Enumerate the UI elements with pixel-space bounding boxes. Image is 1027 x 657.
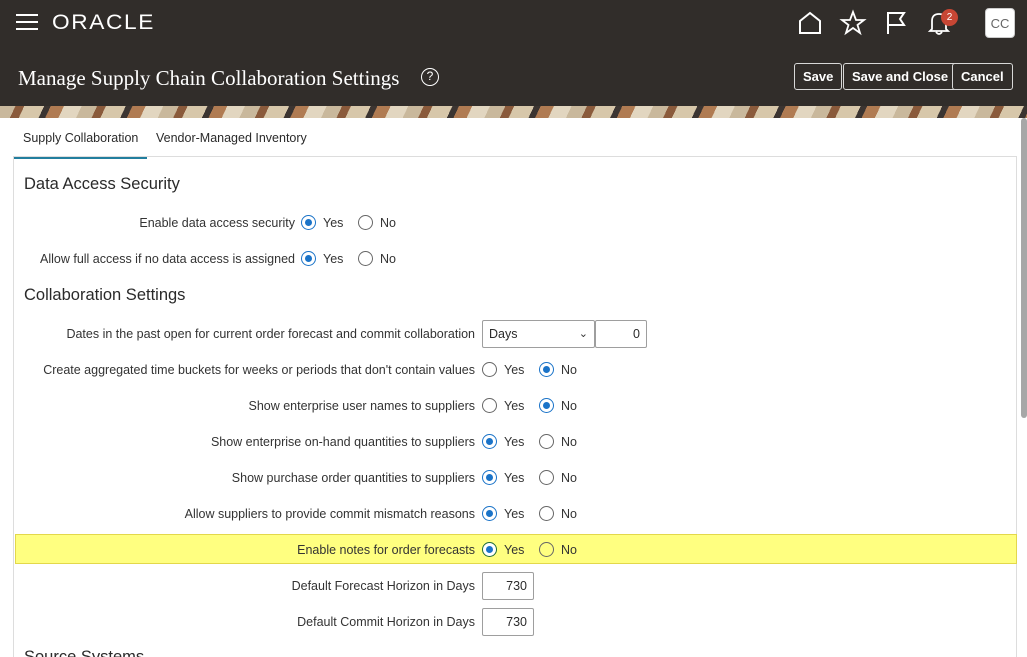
save-and-close-button[interactable]: Save and Close — [843, 63, 958, 90]
dates-past-label: Dates in the past open for current order… — [66, 327, 475, 341]
show-po-quantities-yes-radio[interactable] — [482, 470, 497, 485]
forecast-horizon-label: Default Forecast Horizon in Days — [291, 579, 475, 593]
notification-badge: 2 — [941, 9, 958, 26]
radio-label-no: No — [561, 363, 577, 377]
tab-supply-collaboration[interactable]: Supply Collaboration — [13, 131, 148, 159]
help-icon[interactable]: ? — [421, 68, 439, 86]
allow-full-access-yes-radio[interactable] — [301, 251, 316, 266]
show-onhand-label: Show enterprise on-hand quantities to su… — [210, 435, 475, 449]
dates-past-value-input[interactable]: 0 — [595, 320, 647, 348]
allow-full-access-label: Allow full access if no data access is a… — [40, 252, 295, 266]
enable-notes-label: Enable notes for order forecasts — [297, 543, 475, 557]
radio-label-yes: Yes — [504, 471, 525, 485]
allow-full-access-no-radio[interactable] — [358, 251, 373, 266]
enable-notes-yes-radio[interactable] — [482, 542, 497, 557]
show-user-names-no-radio[interactable] — [539, 398, 554, 413]
show-user-names-label: Show enterprise user names to suppliers — [248, 399, 475, 413]
radio-label-yes: Yes — [504, 435, 525, 449]
radio-label-yes: Yes — [504, 507, 525, 521]
dates-past-unit-select[interactable]: Days ⌄ — [482, 320, 595, 348]
user-avatar[interactable]: CC — [985, 8, 1015, 38]
commit-horizon-input[interactable]: 730 — [482, 608, 534, 636]
aggregated-buckets-yes-radio[interactable] — [482, 362, 497, 377]
flag-icon[interactable] — [882, 9, 910, 37]
show-po-quantities-label: Show purchase order quantities to suppli… — [231, 471, 475, 485]
radio-label-yes: Yes — [323, 252, 344, 266]
enable-data-access-no-radio[interactable] — [358, 215, 373, 230]
radio-label-yes: Yes — [504, 363, 525, 377]
section-title-collaboration: Collaboration Settings — [24, 286, 186, 304]
vertical-scrollbar[interactable] — [1021, 118, 1027, 418]
radio-label-no: No — [561, 471, 577, 485]
mismatch-reasons-yes-radio[interactable] — [482, 506, 497, 521]
enable-data-access-yes-radio[interactable] — [301, 215, 316, 230]
global-header: ORACLE 2 CC — [0, 0, 1027, 46]
show-onhand-no-radio[interactable] — [539, 434, 554, 449]
save-button[interactable]: Save — [794, 63, 843, 90]
section-title-data-access: Data Access Security — [24, 175, 180, 193]
mismatch-reasons-no-radio[interactable] — [539, 506, 554, 521]
radio-label-no: No — [561, 507, 577, 521]
aggregated-buckets-no-radio[interactable] — [539, 362, 554, 377]
home-icon[interactable] — [796, 9, 824, 37]
radio-label-no: No — [380, 216, 396, 230]
cancel-button[interactable]: Cancel — [952, 63, 1013, 90]
radio-label-no: No — [561, 435, 577, 449]
page-header: Manage Supply Chain Collaboration Settin… — [0, 46, 1027, 118]
tab-vendor-managed-inventory[interactable]: Vendor-Managed Inventory — [156, 131, 307, 145]
page-title: Manage Supply Chain Collaboration Settin… — [18, 66, 400, 90]
section-title-source-systems: Source Systems — [24, 648, 145, 657]
show-onhand-yes-radio[interactable] — [482, 434, 497, 449]
show-po-quantities-no-radio[interactable] — [539, 470, 554, 485]
radio-label-yes: Yes — [504, 399, 525, 413]
show-user-names-yes-radio[interactable] — [482, 398, 497, 413]
decorative-banner — [0, 106, 1027, 118]
dates-past-unit-value: Days — [489, 327, 518, 341]
mismatch-reasons-label: Allow suppliers to provide commit mismat… — [184, 507, 475, 521]
aggregated-buckets-label: Create aggregated time buckets for weeks… — [43, 363, 475, 377]
radio-label-yes: Yes — [504, 543, 525, 557]
chevron-down-icon: ⌄ — [578, 328, 588, 340]
radio-label-no: No — [561, 543, 577, 557]
forecast-horizon-input[interactable]: 730 — [482, 572, 534, 600]
oracle-logo: ORACLE — [52, 11, 155, 34]
radio-label-no: No — [561, 399, 577, 413]
commit-horizon-label: Default Commit Horizon in Days — [297, 615, 475, 629]
tab-bar: Supply Collaboration Vendor-Managed Inve… — [13, 118, 1017, 159]
radio-label-no: No — [380, 252, 396, 266]
menu-icon[interactable] — [16, 14, 38, 31]
radio-label-yes: Yes — [323, 216, 344, 230]
favorites-star-icon[interactable] — [839, 9, 867, 37]
enable-data-access-label: Enable data access security — [139, 216, 295, 230]
enable-notes-no-radio[interactable] — [539, 542, 554, 557]
